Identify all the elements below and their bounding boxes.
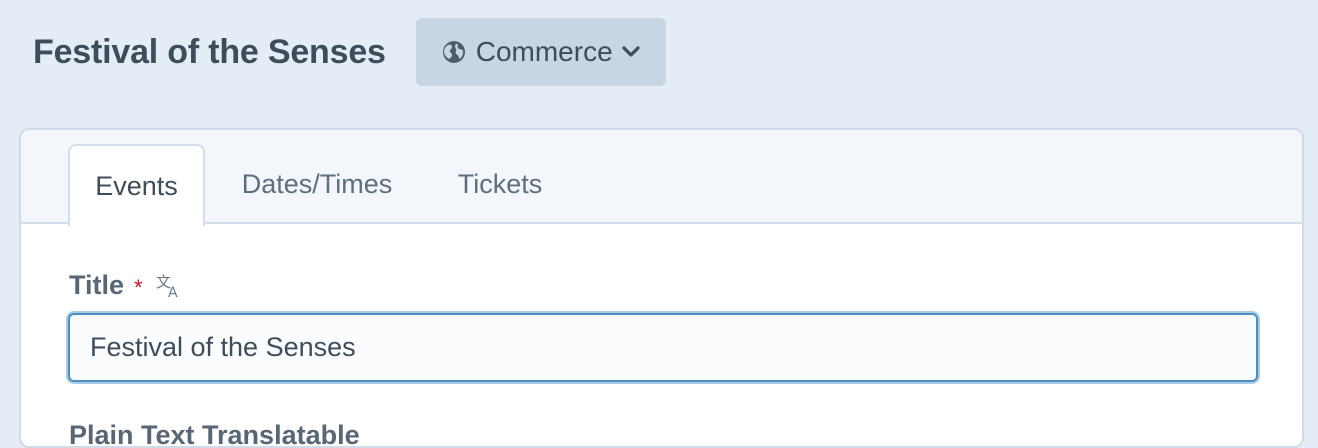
tab-bar: Events Dates/Times Tickets — [21, 130, 1302, 226]
site-menu-button[interactable]: Commerce — [415, 18, 666, 86]
title-input[interactable] — [68, 313, 1258, 382]
tab-tickets[interactable]: Tickets — [435, 144, 565, 224]
required-icon: * — [134, 275, 143, 300]
tab-events[interactable]: Events — [68, 144, 205, 226]
page-title: Festival of the Senses — [33, 32, 386, 71]
title-field-label-row: Title * 文 A — [69, 268, 183, 302]
title-field-label: Title — [69, 269, 125, 300]
content-pane: Events Dates/Times Tickets Title * 文 A P… — [19, 128, 1304, 448]
site-menu-label: Commerce — [475, 36, 613, 67]
translate-icon: 文 A — [155, 271, 183, 299]
page-header: Festival of the Senses Commerce — [33, 18, 666, 86]
svg-text:A: A — [168, 285, 178, 299]
chevron-down-icon — [622, 46, 640, 58]
tab-dates-times[interactable]: Dates/Times — [221, 144, 413, 224]
plain-text-translatable-label: Plain Text Translatable — [69, 420, 360, 448]
globe-icon — [442, 40, 466, 64]
